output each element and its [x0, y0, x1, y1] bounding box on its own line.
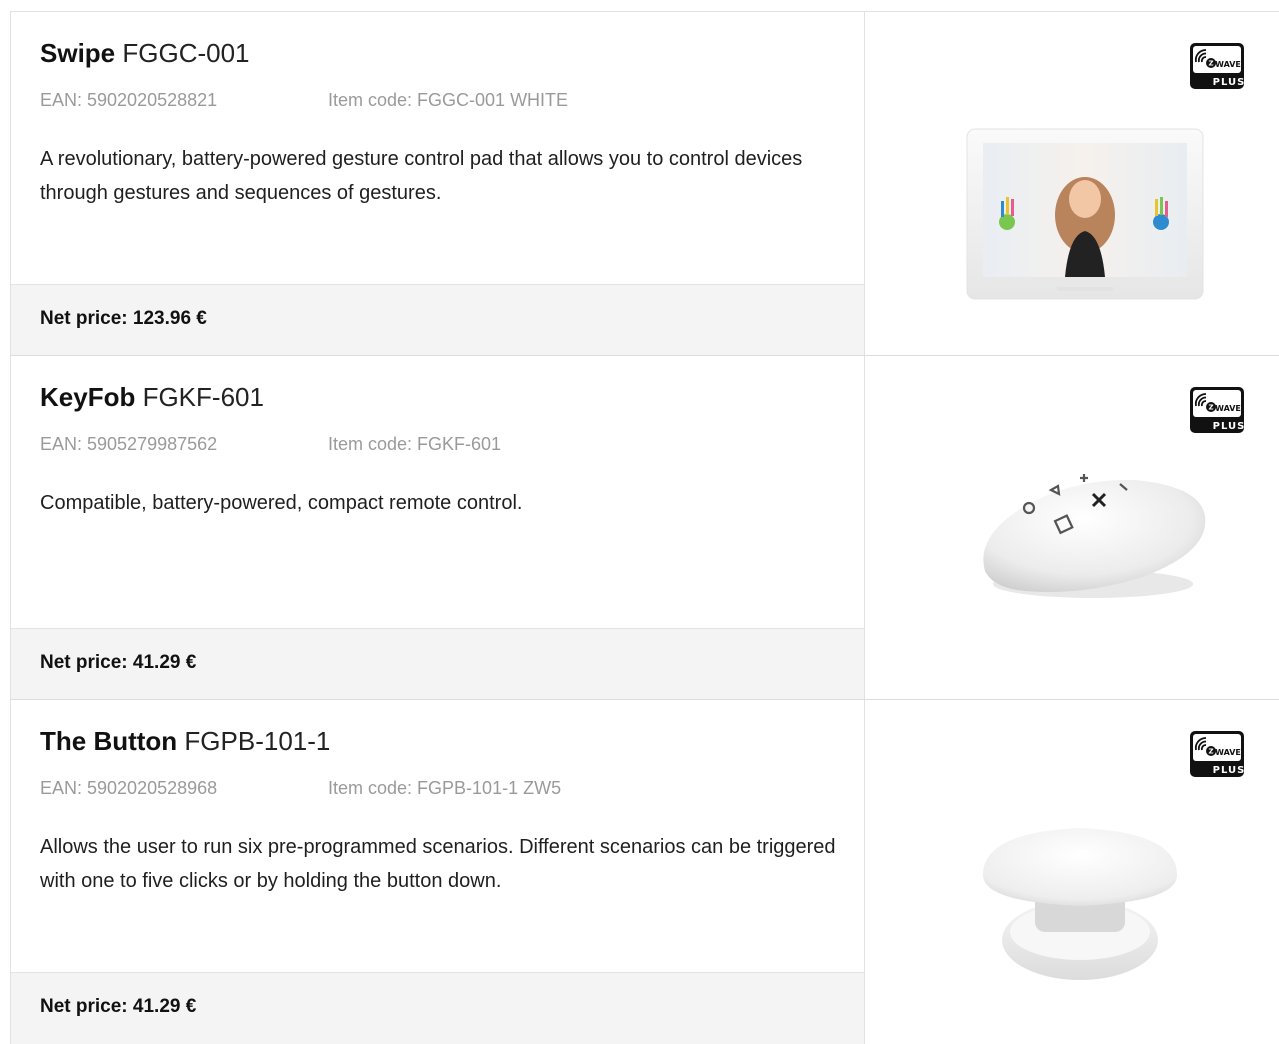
product-description: Compatible, battery-powered, compact rem… [40, 492, 523, 514]
product-media: Z WAVE PLUS [865, 356, 1279, 700]
svg-text:Z: Z [1208, 404, 1213, 412]
swipe-product-image [966, 128, 1204, 300]
product-meta: EAN: 5902020528968 Item code: FGPB-101-1… [40, 778, 561, 799]
product-model: FGKF-601 [142, 382, 264, 412]
product-meta: EAN: 5902020528821 Item code: FGGC-001 W… [40, 90, 568, 111]
product-name: The Button [40, 726, 178, 756]
button-product-image [983, 828, 1177, 980]
svg-text:Z: Z [1208, 748, 1213, 756]
product-card-swipe[interactable]: Swipe FGGC-001 EAN: 5902020528821 Item c… [10, 12, 1279, 356]
product-ean: EAN: 5905279987562 [40, 434, 218, 454]
product-card-keyfob[interactable]: KeyFob FGKF-601 EAN: 5905279987562 Item … [10, 356, 1279, 700]
keyfob-product-image [983, 474, 1206, 598]
product-ean: EAN: 5902020528821 [40, 90, 218, 110]
product-item-code: Item code: FGPB-101-1 ZW5 [328, 778, 562, 798]
svg-text:PLUS: PLUS [1213, 765, 1245, 776]
net-price: Net price: 41.29 € [40, 652, 197, 673]
svg-text:WAVE: WAVE [1215, 748, 1241, 757]
zwave-plus-icon: Z WAVE PLUS [1190, 731, 1245, 777]
product-model: FGGC-001 [122, 38, 250, 68]
product-meta: EAN: 5905279987562 Item code: FGKF-601 [40, 434, 501, 455]
product-model: FGPB-101-1 [184, 726, 331, 756]
svg-text:WAVE: WAVE [1215, 60, 1241, 69]
product-item-code: Item code: FGGC-001 WHITE [328, 90, 569, 110]
price-bar: Net price: 123.96 € [10, 284, 865, 356]
product-card-the-button[interactable]: The Button FGPB-101-1 EAN: 5902020528968… [10, 700, 1279, 1044]
zwave-plus-icon: Z WAVE PLUS [1190, 43, 1245, 89]
product-name: Swipe [40, 38, 116, 68]
product-title[interactable]: The Button FGPB-101-1 [40, 725, 330, 757]
svg-text:PLUS: PLUS [1213, 421, 1245, 432]
product-title[interactable]: KeyFob FGKF-601 [40, 381, 264, 413]
price-bar: Net price: 41.29 € [10, 628, 865, 700]
price-bar: Net price: 41.29 € [10, 972, 865, 1044]
product-description: A revolutionary, battery-powered gesture… [40, 148, 803, 204]
product-item-code: Item code: FGKF-601 [328, 434, 502, 454]
svg-text:WAVE: WAVE [1215, 404, 1241, 413]
zwave-plus-icon: Z WAVE PLUS [1190, 387, 1245, 433]
net-price: Net price: 41.29 € [40, 996, 197, 1017]
product-name: KeyFob [40, 382, 136, 412]
product-media: Z WAVE PLUS [865, 12, 1279, 356]
product-media: Z WAVE PLUS [865, 700, 1279, 1044]
svg-text:PLUS: PLUS [1213, 77, 1245, 88]
net-price: Net price: 123.96 € [40, 308, 207, 329]
product-description: Allows the user to run six pre-programme… [40, 836, 836, 892]
product-ean: EAN: 5902020528968 [40, 778, 218, 798]
product-title[interactable]: Swipe FGGC-001 [40, 37, 250, 69]
svg-text:Z: Z [1208, 60, 1213, 68]
